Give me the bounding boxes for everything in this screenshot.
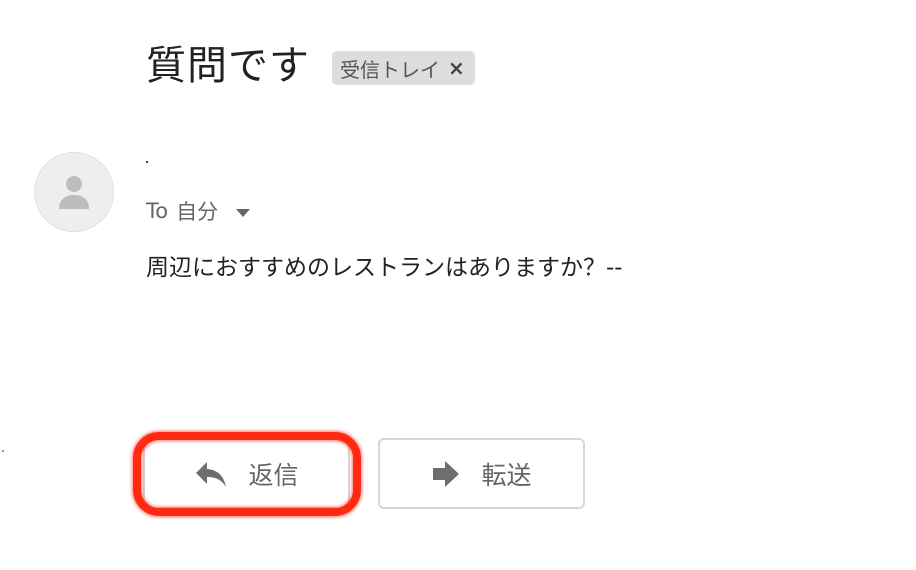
email-subject: 質問です xyxy=(146,43,310,89)
person-icon xyxy=(59,176,89,209)
sender-name xyxy=(146,161,148,163)
subject-row: 質問です 受信トレイ × xyxy=(146,38,475,94)
email-view: 質問です 受信トレイ × To 自分 周辺におすすめのレストランはありますか？-… xyxy=(0,0,916,570)
remove-label-close-icon[interactable]: × xyxy=(448,58,465,78)
recipient-row: To 自分 xyxy=(146,196,251,226)
forward-button[interactable]: 転送 xyxy=(378,438,585,509)
sender-avatar[interactable] xyxy=(34,152,114,232)
reply-arrow-icon xyxy=(196,461,227,487)
email-body: 周辺におすすめのレストランはありますか？-- xyxy=(146,255,623,281)
forward-arrow-icon xyxy=(433,460,460,487)
details-dropdown-chevron-down-icon[interactable] xyxy=(236,208,251,217)
edge-mark xyxy=(2,450,4,452)
inbox-label-chip[interactable]: 受信トレイ × xyxy=(332,51,475,85)
inbox-label-text: 受信トレイ xyxy=(340,57,440,82)
reply-button[interactable]: 返信 xyxy=(143,438,350,509)
recipient-prefix: To xyxy=(146,199,169,223)
recipient-name: 自分 xyxy=(176,200,219,224)
reply-button-label: 返信 xyxy=(248,460,299,490)
forward-button-label: 転送 xyxy=(481,460,532,490)
